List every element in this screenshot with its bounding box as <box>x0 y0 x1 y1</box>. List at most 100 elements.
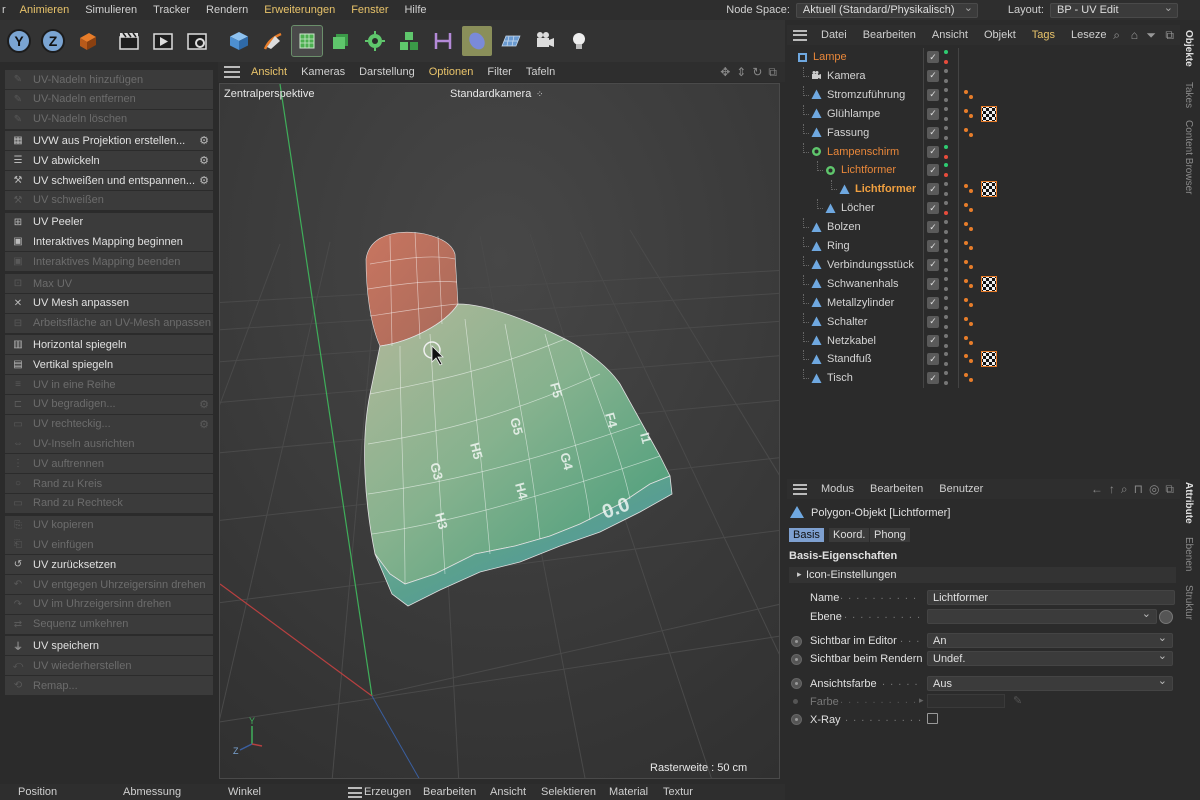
dolly-view-icon[interactable]: ⇕ <box>736 65 746 80</box>
history-icon[interactable]: ◎ <box>1149 482 1159 497</box>
visibility-dots-icon[interactable] <box>943 50 949 64</box>
object-tree-row[interactable]: Bolzen ✓ <box>787 218 1180 236</box>
view-color-radio[interactable] <box>791 678 802 689</box>
material-tag-icon[interactable] <box>981 181 997 198</box>
uv-command[interactable]: ≡ UV in eine Reihe <box>5 375 213 394</box>
search-icon[interactable]: ⌕ <box>1121 482 1128 497</box>
side-tab-objekte[interactable]: Objekte <box>1183 30 1194 67</box>
material-tag-icon[interactable] <box>981 105 997 122</box>
gear-icon[interactable]: ⚙ <box>199 174 209 187</box>
perspective-label[interactable]: Zentralperspektive <box>224 88 315 100</box>
visibility-dots-icon[interactable] <box>943 239 949 253</box>
hamburger-icon[interactable] <box>224 66 240 78</box>
object-name[interactable]: Schwanenhals <box>827 278 899 290</box>
uv-command[interactable]: ↷ UV im Uhrzeigersinn drehen <box>5 594 213 614</box>
visibility-dots-icon[interactable] <box>943 257 949 272</box>
object-name[interactable]: Lichtformer <box>855 183 916 195</box>
uv-command[interactable]: ☰ UV abwickeln ⚙ <box>5 151 213 171</box>
tab-basis[interactable]: Basis <box>789 528 824 542</box>
object-name[interactable]: Fassung <box>827 127 869 139</box>
material-menu-ansicht[interactable]: Ansicht <box>490 786 526 798</box>
visibility-dots-icon[interactable] <box>943 144 949 159</box>
axis-y-icon[interactable]: Y <box>4 26 34 56</box>
rotate-view-icon[interactable]: ↻ <box>752 65 762 80</box>
uv-command[interactable]: ⇄ Sequenz umkehren <box>5 614 213 634</box>
object-name[interactable]: Löcher <box>841 202 875 214</box>
uvw-tag-icon[interactable] <box>964 240 974 252</box>
environment-icon[interactable] <box>462 26 492 56</box>
render-view-icon[interactable] <box>148 26 178 56</box>
tab-phong[interactable]: Phong <box>870 528 910 542</box>
uv-command[interactable]: ⚒ UV schweißen und entspannen... ⚙ <box>5 171 213 190</box>
uv-command[interactable]: ⎘ UV kopieren <box>5 515 213 535</box>
menu-item-partial[interactable]: r <box>0 4 12 16</box>
visibility-dots-icon[interactable] <box>943 87 949 102</box>
layer-check-icon[interactable]: ✓ <box>927 69 939 82</box>
layer-field[interactable] <box>927 607 1157 624</box>
object-tree-row[interactable]: Standfuß ✓ <box>787 350 1180 368</box>
uv-command[interactable]: ⏚ UV speichern <box>5 636 213 656</box>
icon-settings-label[interactable]: Icon-Einstellungen <box>806 569 897 581</box>
object-menu-objekt[interactable]: Objekt <box>976 29 1024 41</box>
side-tab-attribute[interactable]: Attribute <box>1183 482 1194 524</box>
view-color-select[interactable]: Aus <box>927 674 1173 691</box>
menu-item-hilfe[interactable]: Hilfe <box>396 4 434 16</box>
menu-item-rendern[interactable]: Rendern <box>198 4 256 16</box>
uv-command[interactable]: ⤺ UV wiederherstellen <box>5 656 213 676</box>
gear-icon[interactable]: ⚙ <box>199 134 209 147</box>
visibility-dots-icon[interactable] <box>943 125 949 140</box>
coordinate-system-icon[interactable] <box>72 26 102 56</box>
new-window-icon[interactable]: ⧉ <box>1165 482 1174 497</box>
viewport-menu-filter[interactable]: Filter <box>480 66 518 78</box>
uv-command[interactable]: ↶ UV entgegen Uhrzeigersinn drehen <box>5 575 213 594</box>
uv-command[interactable]: ⊞ UV Peeler <box>5 212 213 232</box>
layer-check-icon[interactable]: ✓ <box>927 240 939 252</box>
object-name[interactable]: Lampenschirm <box>827 146 899 158</box>
layer-check-icon[interactable]: ✓ <box>927 277 939 290</box>
visibility-dots-icon[interactable] <box>943 314 949 329</box>
layer-check-icon[interactable]: ✓ <box>927 202 939 215</box>
object-name[interactable]: Verbindungsstück <box>827 259 914 271</box>
viewport-menu-kameras[interactable]: Kameras <box>294 66 352 78</box>
object-tree-row[interactable]: Schwanenhals ✓ <box>787 274 1180 293</box>
object-name[interactable]: Lampe <box>813 51 847 63</box>
uvw-tag-icon[interactable] <box>964 297 974 309</box>
visibility-dots-icon[interactable] <box>943 371 949 386</box>
object-tree-row[interactable]: Ring ✓ <box>787 237 1180 255</box>
name-field[interactable]: Lichtformer <box>927 590 1175 605</box>
visibility-dots-icon[interactable] <box>943 295 949 310</box>
uvw-tag-icon[interactable] <box>964 316 974 328</box>
object-tree-row[interactable]: Metallzylinder ✓ <box>787 293 1180 312</box>
new-window-icon[interactable]: ⧉ <box>1165 28 1174 43</box>
uv-command[interactable]: ⇔ UV-Inseln ausrichten <box>5 434 213 454</box>
object-name[interactable]: Metallzylinder <box>827 297 894 309</box>
side-tab-content-browser[interactable]: Content Browser <box>1183 120 1194 194</box>
menu-item-fenster[interactable]: Fenster <box>343 4 396 16</box>
uvw-tag-icon[interactable] <box>964 278 974 290</box>
uv-command[interactable]: ⎗ UV einfügen <box>5 535 213 555</box>
viewport-menu-ansicht[interactable]: Ansicht <box>244 66 294 78</box>
layer-check-icon[interactable]: ✓ <box>927 353 939 366</box>
layer-check-icon[interactable]: ✓ <box>927 183 939 196</box>
gear-icon[interactable]: ⚙ <box>199 154 209 167</box>
object-menu-leseze[interactable]: Leseze <box>1063 29 1114 41</box>
object-manager-hamburger-icon[interactable] <box>793 29 807 41</box>
uv-command[interactable]: ▭ UV rechteckig... ⚙ <box>5 414 213 434</box>
object-tree-row[interactable]: Glühlampe ✓ <box>787 104 1180 123</box>
object-tree-row[interactable]: Tisch ✓ <box>787 369 1180 387</box>
object-tree-row[interactable]: Kamera ✓ <box>787 66 1180 85</box>
floor-icon[interactable] <box>496 26 526 56</box>
object-name[interactable]: Ring <box>827 240 850 252</box>
visibility-dots-icon[interactable] <box>943 333 949 348</box>
visibility-dots-icon[interactable] <box>943 352 949 367</box>
light-icon[interactable] <box>564 26 594 56</box>
object-name[interactable]: Netzkabel <box>827 335 876 347</box>
uv-command[interactable]: ▦ UVW aus Projektion erstellen... ⚙ <box>5 131 213 151</box>
side-tab-struktur[interactable]: Struktur <box>1183 585 1194 620</box>
side-tab-takes[interactable]: Takes <box>1183 82 1194 108</box>
layer-check-icon[interactable]: ✓ <box>927 315 939 328</box>
material-menu-textur[interactable]: Textur <box>663 786 693 798</box>
visible-render-radio[interactable] <box>791 654 802 665</box>
uvw-tag-icon[interactable] <box>964 221 974 233</box>
uvw-tag-icon[interactable] <box>964 108 974 120</box>
